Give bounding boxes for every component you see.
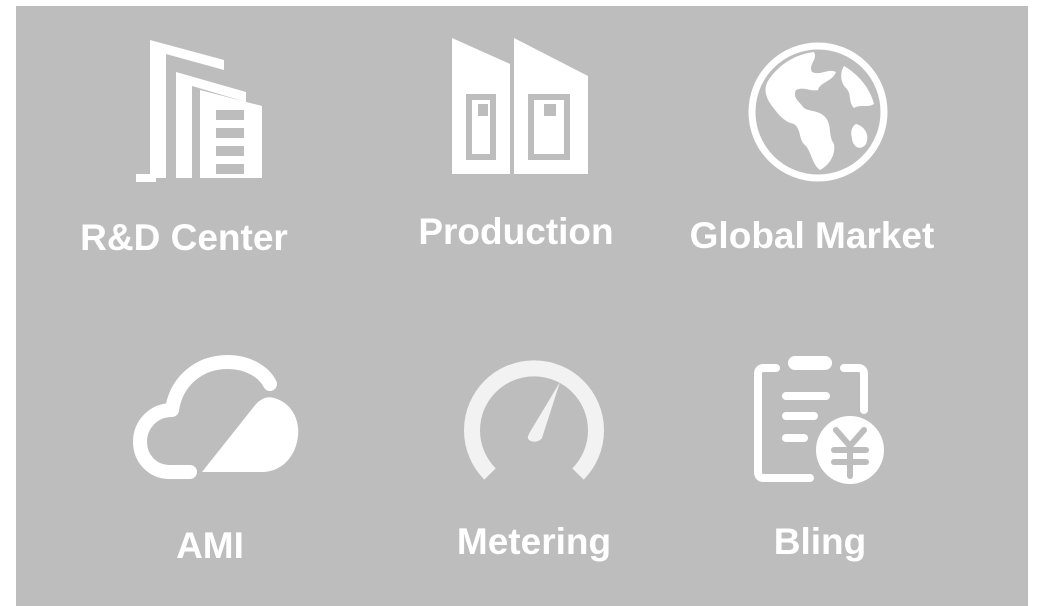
menu-panel: R&D Center Production Global Market AMI … bbox=[16, 6, 1028, 606]
menu-item-bling[interactable]: Bling bbox=[16, 6, 1028, 606]
menu-item-label: Bling bbox=[773, 521, 867, 562]
invoice-yen-icon bbox=[754, 356, 884, 484]
